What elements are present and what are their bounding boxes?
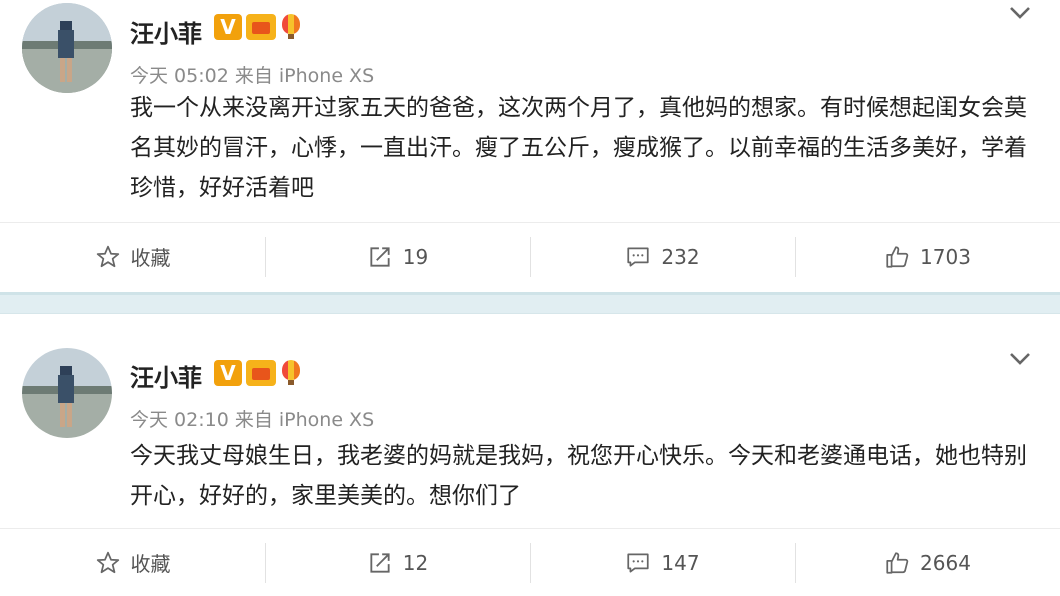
comment-icon — [627, 246, 650, 267]
thumbs-up-icon — [886, 245, 909, 268]
verified-badge-icon[interactable]: V — [214, 14, 242, 40]
chevron-down-icon[interactable] — [1008, 346, 1032, 370]
post-separator — [0, 292, 1060, 314]
favorite-label: 收藏 — [130, 552, 171, 576]
repost-count: 12 — [402, 550, 429, 575]
verified-badge-icon[interactable]: V — [214, 360, 242, 386]
comment-button[interactable]: 232 — [530, 223, 795, 290]
author-name[interactable]: 汪小菲 — [130, 14, 202, 49]
repost-count: 19 — [402, 244, 429, 269]
post-meta: 今天 05:02 来自 iPhone XS — [130, 61, 374, 88]
balloon-icon[interactable] — [280, 14, 302, 40]
post-text: 今天我丈母娘生日，我老婆的妈就是我妈，祝您开心快乐。今天和老婆通电话，她也特别开… — [130, 443, 1027, 509]
comment-count: 232 — [661, 244, 700, 269]
chevron-down-icon[interactable] — [1008, 0, 1032, 24]
star-icon — [96, 245, 119, 267]
star-icon — [96, 551, 119, 573]
post-time[interactable]: 今天 05:02 — [130, 65, 229, 87]
vip-crown-icon[interactable] — [246, 360, 276, 386]
like-button[interactable]: 1703 — [795, 223, 1060, 290]
avatar-image — [22, 3, 112, 93]
like-count: 1703 — [920, 244, 971, 269]
post-time[interactable]: 今天 02:10 — [130, 409, 229, 431]
comment-button[interactable]: 147 — [530, 529, 795, 596]
repost-button[interactable]: 19 — [265, 223, 530, 290]
share-icon — [370, 246, 390, 267]
like-count: 2664 — [920, 550, 971, 575]
avatar[interactable] — [22, 3, 112, 93]
post-text: 我一个从来没离开过家五天的爸爸，这次两个月了，真他妈的想家。有时候想起闺女会莫名… — [130, 95, 1027, 201]
post-meta: 今天 02:10 来自 iPhone XS — [130, 405, 374, 432]
avatar[interactable] — [22, 348, 112, 438]
action-bar: 收藏 19 232 1703 — [0, 222, 1060, 290]
repost-button[interactable]: 12 — [265, 529, 530, 596]
post-source: 来自 iPhone XS — [234, 65, 375, 87]
action-bar: 收藏 12 147 2664 — [0, 528, 1060, 596]
favorite-button[interactable]: 收藏 — [0, 223, 265, 290]
avatar-image — [22, 348, 112, 438]
post-source: 来自 iPhone XS — [234, 409, 375, 431]
thumbs-up-icon — [886, 551, 909, 574]
weibo-post-2: 汪小菲 V 今天 02:10 来自 iPhone XS 今天我丈母娘生日，我老婆… — [0, 314, 1060, 596]
share-icon — [370, 552, 390, 573]
badges: V — [214, 360, 302, 386]
author-name[interactable]: 汪小菲 — [130, 358, 202, 393]
favorite-button[interactable]: 收藏 — [0, 529, 265, 596]
comment-count: 147 — [661, 550, 700, 575]
weibo-post-1: 汪小菲 V 今天 05:02 来自 iPhone XS 我一个从来没离开过家五天… — [0, 0, 1060, 292]
vip-crown-icon[interactable] — [246, 14, 276, 40]
favorite-label: 收藏 — [130, 246, 171, 270]
badges: V — [214, 14, 302, 40]
balloon-icon[interactable] — [280, 360, 302, 386]
like-button[interactable]: 2664 — [795, 529, 1060, 596]
comment-icon — [627, 552, 650, 573]
